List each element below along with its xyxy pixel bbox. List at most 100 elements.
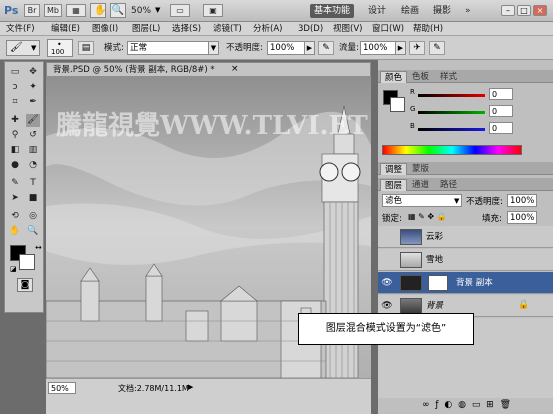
tab-channels[interactable]: 通道 (408, 179, 433, 191)
workspace-painting[interactable]: 绘画 (401, 4, 419, 18)
menu-edit[interactable]: 编辑(E) (51, 22, 80, 36)
channel-r-slider[interactable] (418, 94, 485, 97)
quick-mask-icon[interactable]: ◙ (17, 278, 33, 292)
menu-filter[interactable]: 滤镜(T) (213, 22, 242, 36)
brush-panel-toggle-icon[interactable]: ▤ (78, 41, 94, 55)
marquee-tool-icon[interactable]: ▭ (8, 66, 22, 79)
tab-swatches[interactable]: 色板 (408, 71, 433, 83)
3d-orbit-tool-icon[interactable]: ◎ (26, 210, 40, 223)
layer-opacity-input[interactable]: 100% (507, 194, 537, 207)
color-spectrum-bar[interactable] (382, 145, 522, 155)
path-selection-tool-icon[interactable]: ➤ (8, 192, 22, 205)
eraser-tool-icon[interactable]: ◧ (8, 144, 22, 157)
channel-b-slider[interactable] (418, 128, 485, 131)
menu-help[interactable]: 帮助(H) (413, 22, 443, 36)
bridge-icon[interactable]: Br (24, 4, 40, 17)
menu-file[interactable]: 文件(F) (6, 22, 35, 36)
zoom-level-select[interactable]: 50% (131, 4, 151, 18)
move-tool-icon[interactable]: ✥ (26, 66, 40, 79)
channel-r-label: R (410, 88, 415, 96)
opacity-input[interactable]: 100% (267, 41, 305, 55)
flow-input[interactable]: 100% (360, 41, 396, 55)
document-tab[interactable]: 背景.PSD @ 50% (背景 副本, RGB/8#) * × (46, 62, 371, 76)
background-color-swatch[interactable] (19, 254, 35, 270)
arrange-documents-button[interactable]: ▭ (170, 4, 190, 17)
menu-image[interactable]: 图像(I) (92, 22, 118, 36)
tablet-pressure-opacity-icon[interactable]: ✎ (318, 41, 334, 55)
workspace-essentials[interactable]: 基本功能 (310, 4, 354, 18)
brush-tool-icon[interactable]: 🖌 (26, 114, 40, 127)
tablet-pressure-size-icon[interactable]: ✎ (429, 41, 445, 55)
close-button[interactable]: × (533, 5, 547, 16)
3d-rotate-tool-icon[interactable]: ⟲ (8, 210, 22, 223)
workspace-design[interactable]: 设计 (368, 4, 386, 18)
close-document-icon[interactable]: × (231, 64, 239, 74)
tab-paths[interactable]: 路径 (436, 179, 461, 191)
opacity-dropdown-icon[interactable]: ▶ (304, 41, 315, 55)
flow-dropdown-icon[interactable]: ▶ (395, 41, 406, 55)
eye-icon[interactable]: 👁 (381, 277, 393, 289)
type-tool-icon[interactable]: T (26, 177, 40, 190)
clone-stamp-tool-icon[interactable]: ⚲ (8, 129, 22, 142)
layer-row-selected[interactable]: 👁 背景 副本 (378, 272, 553, 294)
mode-select[interactable]: 正常 (127, 41, 209, 55)
layer-footer-icons[interactable]: ∞ ƒ ◐ ◍ ▭ ⊞ 🗑 (422, 400, 511, 410)
eye-icon[interactable]: 👁 (381, 300, 393, 312)
tab-color[interactable]: 颜色 (380, 71, 408, 83)
status-menu-icon[interactable]: ▶ (188, 383, 193, 391)
minimize-button[interactable]: – (501, 5, 515, 16)
zoom-shortcut[interactable]: 🔍 (110, 3, 126, 18)
shape-tool-icon[interactable]: ■ (26, 192, 40, 205)
visibility-toggle[interactable] (381, 254, 393, 266)
hand-tool-icon[interactable]: ✋ (8, 225, 22, 238)
quick-select-tool-icon[interactable]: ✦ (26, 81, 40, 94)
airbrush-icon[interactable]: ✈ (409, 41, 425, 55)
gradient-tool-icon[interactable]: ▥ (26, 144, 40, 157)
channel-b-input[interactable]: 0 (489, 122, 513, 134)
lasso-tool-icon[interactable]: ↄ (8, 81, 22, 94)
menu-view[interactable]: 视图(V) (333, 22, 362, 36)
zoom-tool-icon[interactable]: 🔍 (26, 225, 40, 238)
menu-layer[interactable]: 图层(L) (132, 22, 160, 36)
workspace-more-icon[interactable]: » (465, 4, 471, 18)
brush-size-picker[interactable]: • 100 (47, 39, 73, 57)
screen-mode-button[interactable]: ▣ (203, 4, 223, 17)
lock-icons[interactable]: ▦ ✎ ✥ 🔒 (408, 212, 447, 221)
zoom-input[interactable]: 50% (48, 382, 76, 394)
workspace-photography[interactable]: 摄影 (433, 4, 451, 18)
channel-b-label: B (410, 122, 415, 130)
mode-dropdown-icon[interactable]: ▼ (208, 41, 219, 55)
healing-brush-tool-icon[interactable]: ✚ (8, 114, 22, 127)
layer-mask-thumbnail[interactable] (428, 275, 448, 291)
swap-colors-icon[interactable]: ↔ (35, 243, 42, 252)
dodge-tool-icon[interactable]: ◔ (26, 159, 40, 172)
menu-window[interactable]: 窗口(W) (372, 22, 404, 36)
blur-tool-icon[interactable]: ● (8, 159, 22, 172)
history-brush-tool-icon[interactable]: ↺ (26, 129, 40, 142)
default-colors-icon[interactable]: ◪ (10, 265, 17, 273)
hand-tool-shortcut[interactable]: ✋ (90, 3, 106, 18)
menu-analysis[interactable]: 分析(A) (253, 22, 282, 36)
tab-layers[interactable]: 图层 (380, 179, 408, 191)
view-extras-button[interactable]: ▦ (66, 4, 86, 17)
maximize-button[interactable]: □ (517, 5, 531, 16)
tab-styles[interactable]: 样式 (436, 71, 461, 83)
tool-preset-picker[interactable]: 🖌 ▼ (6, 40, 40, 56)
pen-tool-icon[interactable]: ✎ (8, 177, 22, 190)
tab-adjustments[interactable]: 调整 (380, 163, 408, 175)
blend-mode-select[interactable]: 滤色 (382, 194, 462, 207)
channel-g-input[interactable]: 0 (489, 105, 513, 117)
layer-row[interactable]: 云彩 (378, 226, 553, 248)
minibridge-icon[interactable]: Mb (44, 4, 62, 17)
menu-3d[interactable]: 3D(D) (298, 22, 323, 36)
menu-select[interactable]: 选择(S) (172, 22, 201, 36)
eyedropper-tool-icon[interactable]: ✒ (26, 96, 40, 109)
channel-r-input[interactable]: 0 (489, 88, 513, 100)
layer-row[interactable]: 雪地 (378, 249, 553, 271)
visibility-toggle[interactable] (381, 231, 393, 243)
crop-tool-icon[interactable]: ⌗ (8, 96, 22, 109)
color-bg-swatch[interactable] (390, 97, 405, 112)
fill-input[interactable]: 100% (507, 211, 537, 224)
channel-g-slider[interactable] (418, 111, 485, 114)
tab-masks[interactable]: 蒙版 (408, 163, 433, 175)
